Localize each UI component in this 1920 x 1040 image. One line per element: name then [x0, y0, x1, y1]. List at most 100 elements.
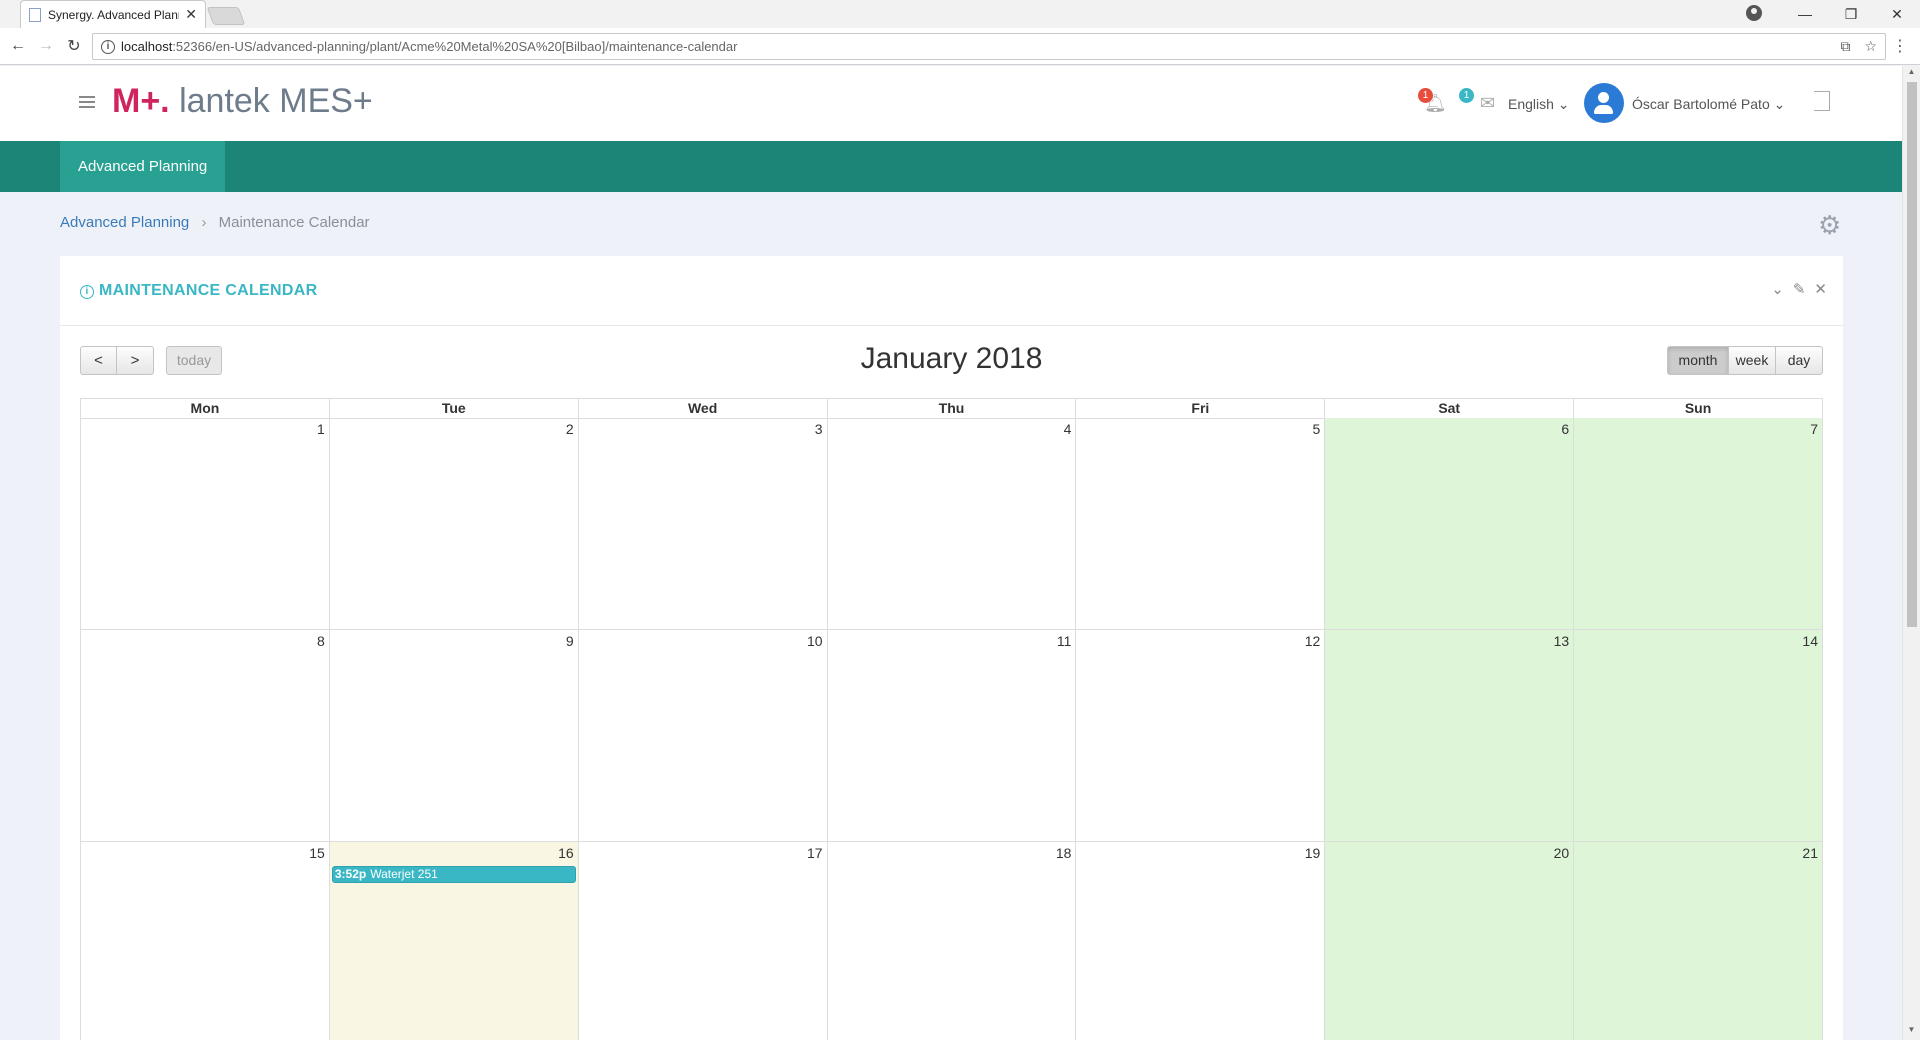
language-selector[interactable]: English ⌄ — [1508, 96, 1570, 113]
panel-header: i MAINTENANCE CALENDAR ⌄ ✎ ✕ — [60, 256, 1843, 326]
day-cell[interactable]: 4 — [827, 418, 1077, 630]
logout-icon[interactable] — [1814, 91, 1830, 111]
day-number: 10 — [806, 633, 823, 649]
day-number: 18 — [1055, 845, 1072, 861]
week-row: 8 9 10 11 12 13 14 — [80, 630, 1823, 842]
page-favicon-icon — [29, 7, 41, 22]
restore-button[interactable]: ❐ — [1828, 6, 1874, 23]
dow-header: Thu — [827, 399, 1077, 419]
dow-header: Sat — [1325, 399, 1575, 419]
day-number: 15 — [309, 845, 325, 861]
day-cell[interactable]: 5 — [1076, 418, 1326, 630]
day-cell-today[interactable]: 16 3:52p Waterjet 251 — [329, 842, 579, 1040]
translate-icon[interactable]: ⧉ — [1840, 38, 1850, 55]
day-cell[interactable]: 1 — [81, 418, 330, 630]
day-cell[interactable]: 10 — [578, 630, 828, 842]
day-cell[interactable]: 19 — [1076, 842, 1326, 1040]
window-close-button[interactable]: ✕ — [1874, 6, 1920, 23]
days-of-week-header: Mon Tue Wed Thu Fri Sat Sun — [80, 398, 1823, 419]
panel-title: i MAINTENANCE CALENDAR — [80, 282, 317, 300]
maintenance-calendar-panel: i MAINTENANCE CALENDAR ⌄ ✎ ✕ < > today Ja… — [60, 256, 1843, 1040]
day-cell[interactable]: 9 — [329, 630, 579, 842]
day-view-button[interactable]: day — [1776, 346, 1823, 375]
address-bar[interactable]: i localhost:52366/en-US/advanced-plannin… — [92, 33, 1886, 60]
nav-item-advanced-planning[interactable]: Advanced Planning — [60, 141, 226, 192]
day-cell[interactable]: 2 — [329, 418, 579, 630]
new-tab-button[interactable] — [206, 7, 246, 25]
day-cell[interactable]: 15 — [81, 842, 330, 1040]
logo-text: lantek MES+ — [169, 82, 373, 120]
scroll-down-arrow-icon[interactable]: ▼ — [1903, 1025, 1920, 1039]
window-controls: — ❐ ✕ — [1782, 0, 1920, 28]
day-cell-weekend[interactable]: 20 — [1325, 842, 1575, 1040]
messages-envelope-icon[interactable]: ✉ — [1480, 93, 1495, 114]
calendar-event[interactable]: 3:52p Waterjet 251 — [331, 866, 576, 883]
browser-menu-icon[interactable]: ⋮ — [1892, 36, 1908, 56]
day-cell-weekend[interactable]: 7 — [1574, 418, 1823, 630]
site-info-icon[interactable]: i — [101, 39, 115, 54]
url-path: :52366/en-US/advanced-planning/plant/Acm… — [172, 39, 738, 54]
event-time: 3:52p — [334, 867, 367, 881]
browser-tabstrip: Synergy. Advanced Planni ✕ — ❐ ✕ — [0, 0, 1920, 28]
tab-close-icon[interactable]: ✕ — [185, 6, 197, 23]
browser-toolbar: ← → ↻ i localhost:52366/en-US/advanced-p… — [0, 28, 1920, 65]
page-scrollbar[interactable]: ▲ ▼ — [1902, 66, 1920, 1040]
day-number: 2 — [565, 421, 574, 437]
day-cell[interactable]: 12 — [1076, 630, 1326, 842]
scroll-up-arrow-icon[interactable]: ▲ — [1903, 67, 1920, 81]
settings-gear-icon[interactable]: ⚙ — [1818, 210, 1841, 241]
user-avatar[interactable] — [1584, 83, 1624, 123]
dow-header: Mon — [81, 399, 330, 419]
wrench-icon[interactable]: ✎ — [1793, 280, 1806, 298]
notifications-badge: 1 — [1418, 88, 1433, 103]
day-number: 7 — [1810, 421, 1818, 437]
panel-close-icon[interactable]: ✕ — [1814, 280, 1827, 298]
day-cell-weekend[interactable]: 14 — [1574, 630, 1823, 842]
dow-header: Sun — [1574, 399, 1823, 419]
minimize-button[interactable]: — — [1782, 6, 1828, 22]
day-number: 14 — [1802, 633, 1818, 649]
dow-header: Tue — [329, 399, 579, 419]
forward-button[interactable]: → — [32, 37, 60, 55]
day-cell[interactable]: 11 — [827, 630, 1077, 842]
reload-button[interactable]: ↻ — [60, 36, 88, 56]
collapse-chevron-icon[interactable]: ⌄ — [1771, 280, 1784, 298]
day-number: 1 — [317, 421, 325, 437]
browser-profile-icon[interactable] — [1746, 5, 1762, 21]
browser-tab[interactable]: Synergy. Advanced Planni ✕ — [20, 0, 206, 28]
breadcrumb-advanced-planning[interactable]: Advanced Planning — [60, 214, 189, 231]
app-logo[interactable]: M+. lantek MES+ — [112, 82, 373, 121]
day-cell[interactable]: 3 — [578, 418, 828, 630]
day-cell[interactable]: 18 — [828, 842, 1077, 1040]
dow-header: Wed — [578, 399, 828, 419]
breadcrumb-current: Maintenance Calendar — [218, 214, 370, 231]
day-number: 4 — [1063, 421, 1072, 437]
main-nav: Advanced Planning — [0, 141, 1902, 192]
tab-title: Synergy. Advanced Planni — [48, 7, 180, 22]
day-cell-weekend[interactable]: 13 — [1325, 630, 1575, 842]
day-cell-weekend[interactable]: 21 — [1574, 842, 1823, 1040]
url-host: localhost — [121, 39, 173, 54]
calendar-toolbar: < > today January 2018 month week day — [80, 342, 1823, 388]
breadcrumb-separator: › — [201, 214, 207, 231]
scrollbar-thumb[interactable] — [1907, 82, 1917, 627]
back-button[interactable]: ← — [4, 37, 32, 55]
day-number: 13 — [1553, 633, 1570, 649]
week-view-button[interactable]: week — [1729, 346, 1776, 375]
bookmark-star-icon[interactable]: ☆ — [1864, 38, 1877, 55]
day-number: 20 — [1553, 845, 1570, 861]
month-view-button[interactable]: month — [1667, 346, 1729, 375]
hamburger-menu-icon[interactable] — [79, 96, 95, 108]
day-cell[interactable]: 17 — [579, 842, 828, 1040]
day-number: 3 — [814, 421, 823, 437]
day-number: 9 — [565, 633, 574, 649]
day-cell-weekend[interactable]: 6 — [1325, 418, 1575, 630]
day-number: 11 — [1056, 633, 1072, 649]
day-cell[interactable]: 8 — [81, 630, 330, 842]
day-number: 5 — [1312, 421, 1321, 437]
user-menu[interactable]: Óscar Bartolomé Pato ⌄ — [1632, 96, 1785, 113]
info-icon[interactable]: i — [80, 285, 94, 299]
panel-title-text: MAINTENANCE CALENDAR — [99, 282, 318, 299]
calendar-title: January 2018 — [860, 342, 1043, 375]
day-number: 21 — [1802, 845, 1818, 861]
